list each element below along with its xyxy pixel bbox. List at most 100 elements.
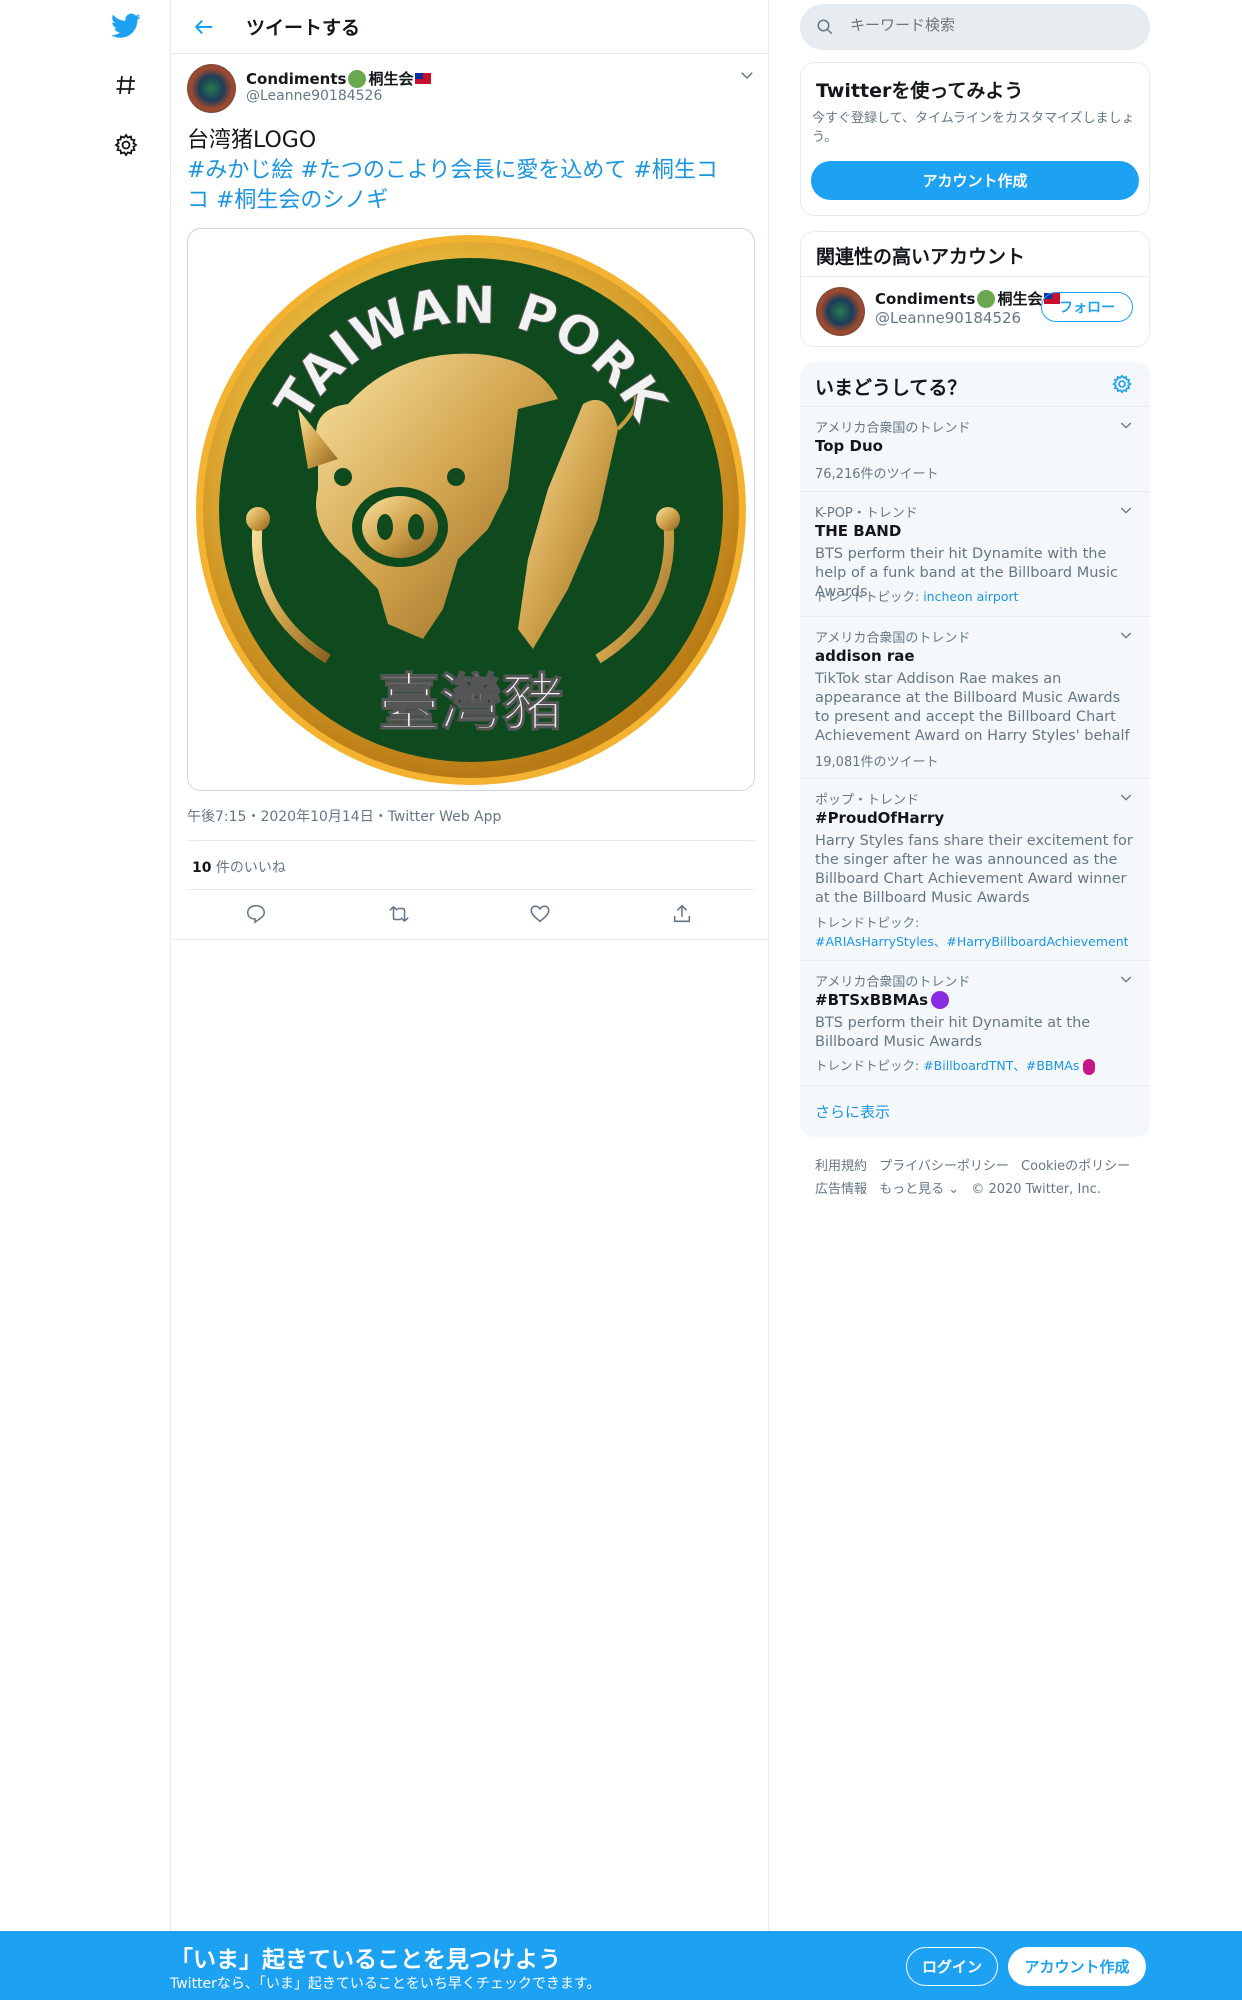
show-more-link[interactable]: さらに表示: [815, 1101, 890, 1122]
left-nav: [0, 0, 170, 2000]
related-name-suffix: 桐生会: [997, 290, 1043, 308]
trend-context: アメリカ合衆国のトレンド: [815, 631, 971, 646]
footer-link-more[interactable]: もっと見る ⌄: [879, 1182, 959, 1197]
bottom-bar-subtitle: Twitterなら、「いま」起きていることをいち早くチェックできます。: [170, 1976, 601, 1992]
search-input[interactable]: [850, 17, 1130, 34]
reply-icon[interactable]: [245, 903, 269, 927]
bottom-bar-title: 「いま」起きていることを見つけよう: [170, 1947, 561, 1973]
trend-item[interactable]: アメリカ合衆国のトレンド addison rae TikTok star Add…: [800, 616, 1150, 778]
trend-topic: トレンドトピック: #BillboardTNT、#BBMAs: [815, 1056, 1140, 1075]
author-handle[interactable]: @Leanne90184526: [246, 88, 382, 104]
signup-button[interactable]: アカウント作成: [1008, 1947, 1146, 1986]
logo-bottom-text: 臺灣豬: [378, 666, 564, 739]
like-heart-icon[interactable]: [529, 903, 553, 927]
chevron-down-icon[interactable]: [1118, 417, 1136, 435]
trend-name: Top Duo: [815, 437, 883, 455]
trend-description: Harry Styles fans share their excitement…: [815, 833, 1133, 906]
bts-emoji-icon: [931, 991, 950, 1009]
trend-item[interactable]: アメリカ合衆国のトレンド #BTSxBBMAs BTS perform thei…: [800, 960, 1150, 1085]
main-column: ツイートする Condiments 桐生会 @Leanne90184526 台湾…: [170, 0, 769, 1932]
related-accounts-card: 関連性の高いアカウント Condiments 桐生会 @Leanne901845…: [800, 231, 1150, 347]
taiwan-flag-icon: [415, 73, 432, 84]
explore-hashtag-icon[interactable]: [106, 65, 146, 105]
dragon-emoji-icon: [348, 69, 367, 88]
author-name-text: Condiments: [246, 69, 347, 88]
author-name-suffix: 桐生会: [368, 70, 414, 88]
signup-title: Twitterを使ってみよう: [816, 80, 1024, 102]
tweet-hashtags-line2[interactable]: コ #桐生会のシノギ: [187, 186, 757, 216]
retweet-icon[interactable]: [387, 903, 411, 927]
twitter-logo-icon[interactable]: [106, 6, 146, 46]
signup-bottom-bar: 「いま」起きていることを見つけよう Twitterなら、「いま」起きていることを…: [0, 1931, 1242, 2000]
trend-count: 19,081件のツイート: [815, 755, 939, 770]
settings-gear-icon[interactable]: [106, 125, 146, 165]
trend-name: #ProudOfHarry: [815, 809, 945, 827]
trend-description: TikTok star Addison Rae makes an appeara…: [815, 671, 1130, 744]
author-avatar[interactable]: [187, 64, 236, 113]
footer-link-ads[interactable]: 広告情報: [815, 1182, 867, 1197]
trend-name: #BTSxBBMAs: [815, 991, 950, 1009]
footer-link-cookies[interactable]: Cookieのポリシー: [1021, 1159, 1130, 1174]
divider: [800, 1085, 1150, 1086]
related-account-name[interactable]: Condiments 桐生会: [875, 288, 1061, 309]
footer-link-privacy[interactable]: プライバシーポリシー: [879, 1159, 1009, 1174]
trend-topic: トレンドトピック: incheon airport: [815, 587, 1140, 606]
trend-item[interactable]: アメリカ合衆国のトレンド Top Duo 76,216件のツイート: [800, 406, 1150, 491]
search-bar[interactable]: [800, 4, 1150, 50]
likes-count: 10: [192, 860, 212, 876]
create-account-button[interactable]: アカウント作成: [811, 161, 1139, 200]
topic-label: トレンドトピック:: [815, 1058, 924, 1073]
related-account-handle[interactable]: @Leanne90184526: [875, 309, 1021, 327]
footer-links: 利用規約 プライバシーポリシー Cookieのポリシー 広告情報 もっと見る ⌄…: [815, 1155, 1145, 1201]
topic-link[interactable]: #BillboardTNT、#BBMAs: [923, 1058, 1079, 1073]
chevron-down-icon[interactable]: [738, 66, 758, 86]
search-icon: [816, 18, 834, 40]
likes-row[interactable]: 10 件のいいね: [187, 840, 755, 890]
dragon-emoji-icon: [977, 289, 996, 308]
trend-context: K-POP・トレンド: [815, 506, 918, 521]
gear-icon[interactable]: [1112, 374, 1134, 396]
chevron-down-icon[interactable]: [1118, 502, 1136, 520]
tweet-actions: [187, 891, 755, 939]
chevron-down-icon[interactable]: [1118, 627, 1136, 645]
page-title: ツイートする: [246, 17, 361, 39]
chevron-down-icon[interactable]: [1118, 789, 1136, 807]
main-header: ツイートする: [171, 0, 769, 54]
trend-item[interactable]: ポップ・トレンド #ProudOfHarry Harry Styles fans…: [800, 778, 1150, 960]
chevron-down-icon[interactable]: [1118, 971, 1136, 989]
trend-topic: トレンドトピック: #ARIAsHarryStyles、#HarryBillbo…: [815, 913, 1140, 951]
microphone-emoji-icon: [1083, 1058, 1096, 1075]
trend-name: addison rae: [815, 647, 915, 665]
trend-name-text: #BTSxBBMAs: [815, 991, 929, 1009]
related-title: 関連性の高いアカウント: [816, 246, 1026, 268]
trend-name: THE BAND: [815, 522, 902, 540]
login-button[interactable]: ログイン: [906, 1947, 998, 1986]
footer-link-terms[interactable]: 利用規約: [815, 1159, 867, 1174]
avatar[interactable]: [816, 287, 865, 336]
divider: [171, 939, 769, 940]
tweet-text: 台湾猪LOGO #みかじ絵 #たつのこより会長に愛を込めて #桐生コ コ #桐生…: [187, 126, 757, 216]
trend-context: アメリカ合衆国のトレンド: [815, 975, 971, 990]
tweet-timestamp[interactable]: 午後7:15・2020年10月14日・Twitter Web App: [187, 806, 501, 826]
footer-copyright: © 2020 Twitter, Inc.: [971, 1182, 1101, 1197]
trend-context: アメリカ合衆国のトレンド: [815, 421, 971, 436]
tweet-hashtags-line1[interactable]: #みかじ絵 #たつのこより会長に愛を込めて #桐生コ: [187, 156, 757, 186]
trend-item[interactable]: K-POP・トレンド THE BAND BTS perform their hi…: [800, 491, 1150, 616]
signup-description: 今すぐ登録して、タイムラインをカスタマイズしましょう。: [812, 111, 1135, 145]
topic-label: トレンドトピック:: [815, 915, 920, 930]
follow-button[interactable]: フォロー: [1041, 292, 1133, 322]
topic-label: トレンドトピック:: [815, 589, 924, 604]
trend-description: BTS perform their hit Dynamite at the Bi…: [815, 1015, 1091, 1050]
topic-link[interactable]: #ARIAsHarryStyles、#HarryBillboardAchieve…: [815, 932, 1140, 951]
trends-title: いまどうしてる？: [815, 377, 967, 399]
signup-card: Twitterを使ってみよう 今すぐ登録して、タイムラインをカスタマイズしましょ…: [800, 62, 1150, 216]
related-name-text: Condiments: [875, 289, 976, 308]
trend-context: ポップ・トレンド: [815, 793, 920, 808]
likes-label: 件のいいね: [211, 860, 286, 876]
trends-card: いまどうしてる？ アメリカ合衆国のトレンド Top Duo 76,216件のツイ…: [800, 362, 1150, 1137]
tweet-image[interactable]: TAIWAN PORK 臺灣豬: [187, 228, 755, 791]
author-name[interactable]: Condiments 桐生会: [246, 68, 432, 89]
back-arrow-icon[interactable]: [189, 12, 219, 42]
topic-link[interactable]: incheon airport: [923, 589, 1018, 604]
share-icon[interactable]: [671, 903, 695, 927]
